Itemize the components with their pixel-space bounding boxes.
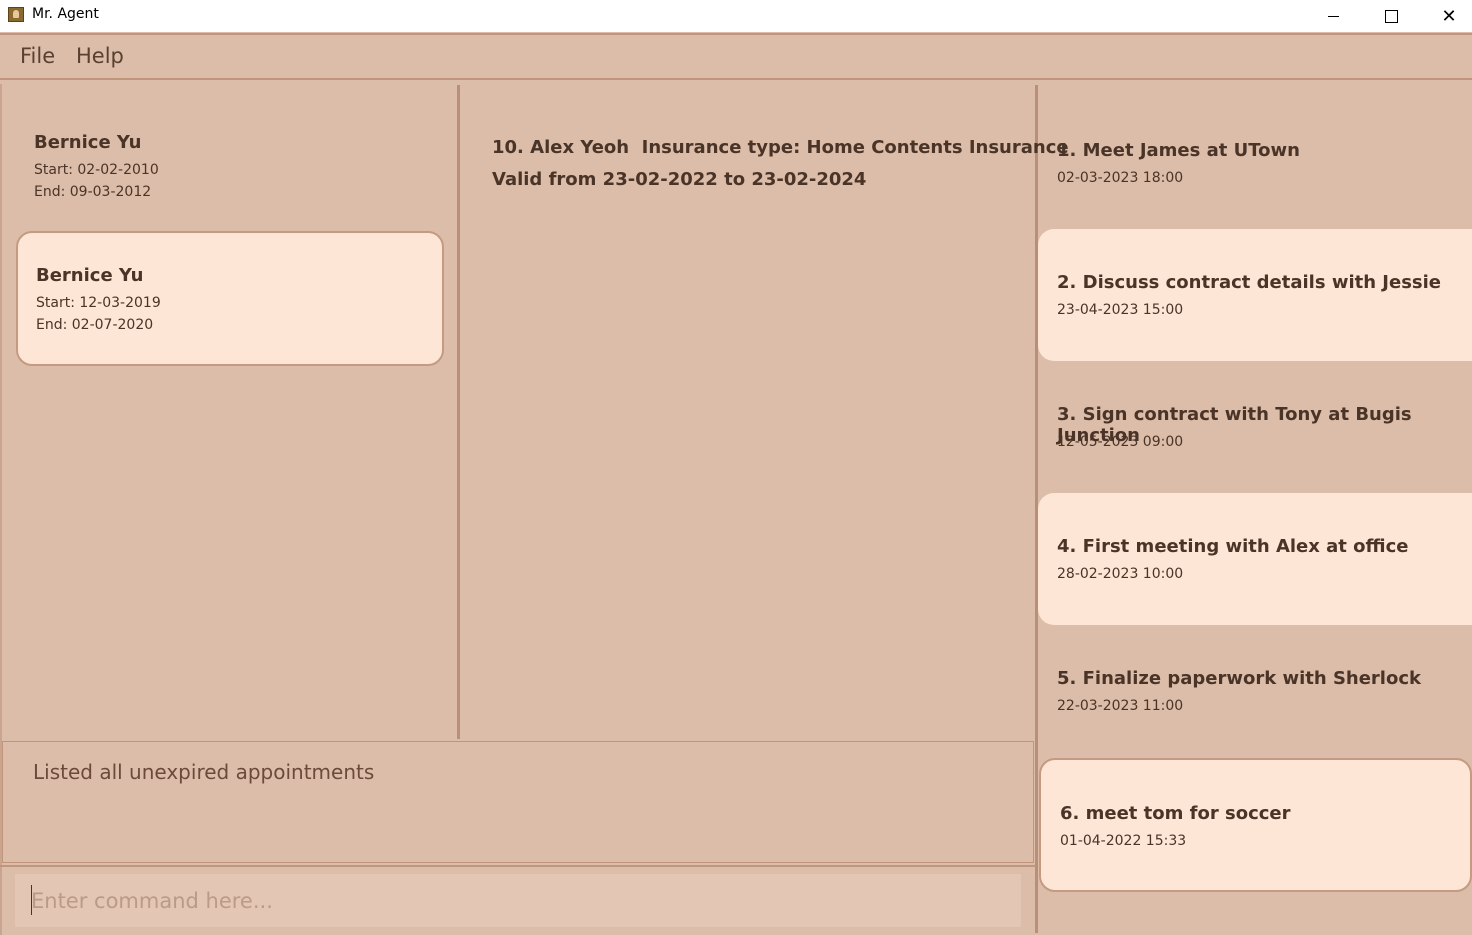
appointment-title: 4. First meeting with Alex at office xyxy=(1057,536,1409,557)
appointment-time: 01-04-2022 15:33 xyxy=(1060,833,1187,849)
policy-start-date: Start: 12-03-2019 xyxy=(36,295,161,311)
appointment-time: 02-03-2023 18:00 xyxy=(1057,170,1184,186)
menu-help[interactable]: Help xyxy=(76,44,124,68)
appointment-title: 1. Meet James at UTown xyxy=(1057,140,1300,161)
client-validity-period: Valid from 23-02-2022 to 23-02-2024 xyxy=(492,169,867,190)
text-cursor xyxy=(31,885,32,915)
appointment-title: 2. Discuss contract details with Jessie xyxy=(1057,272,1442,293)
client-insurance-info: 10. Alex Yeoh Insurance type: Home Conte… xyxy=(492,137,1069,158)
client-detail: 10. Alex Yeoh Insurance type: Home Conte… xyxy=(492,132,1069,196)
maximize-icon[interactable] xyxy=(1368,0,1414,32)
policy-card-selected[interactable]: Bernice Yu Start: 12-03-2019 End: 02-07-… xyxy=(16,231,444,366)
appointment-item[interactable]: 3. Sign contract with Tony at Bugis Junc… xyxy=(1038,361,1472,493)
panel-top-gap xyxy=(0,80,1472,84)
appointment-time: 28-02-2023 10:00 xyxy=(1057,566,1184,582)
appointment-title: 5. Finalize paperwork with Sherlock xyxy=(1057,668,1421,689)
appointment-time: 23-04-2023 15:00 xyxy=(1057,302,1184,318)
appointment-time: 22-03-2023 11:00 xyxy=(1057,698,1184,714)
result-display: Listed all unexpired appointments xyxy=(2,741,1034,863)
appointment-item[interactable]: 1. Meet James at UTown 02-03-2023 18:00 xyxy=(1038,96,1472,228)
policy-holder-name: Bernice Yu xyxy=(34,132,142,153)
appointment-item[interactable]: 2. Discuss contract details with Jessie … xyxy=(1038,229,1472,361)
menu-file[interactable]: File xyxy=(20,44,55,68)
appointment-item[interactable]: 4. First meeting with Alex at office 28-… xyxy=(1038,493,1472,625)
policy-end-date: End: 09-03-2012 xyxy=(34,184,152,200)
command-box xyxy=(0,865,1036,935)
window-title: Mr. Agent xyxy=(32,6,99,22)
app-icon xyxy=(8,7,24,22)
policy-holder-name: Bernice Yu xyxy=(36,265,144,286)
appointment-item-selected[interactable]: 6. meet tom for soccer 01-04-2022 15:33 xyxy=(1039,758,1472,892)
policy-card[interactable]: Bernice Yu Start: 02-02-2010 End: 09-03-… xyxy=(16,118,444,218)
close-icon[interactable]: ✕ xyxy=(1426,0,1472,32)
appointment-item[interactable]: 5. Finalize paperwork with Sherlock 22-0… xyxy=(1038,625,1472,757)
command-input[interactable] xyxy=(15,874,1021,927)
title-bar: Mr. Agent ✕ xyxy=(0,0,1472,32)
appointment-title: 6. meet tom for soccer xyxy=(1060,803,1291,824)
appointment-time: 12-05-2023 09:00 xyxy=(1057,434,1184,450)
panel-divider-left xyxy=(457,85,460,739)
minimize-icon[interactable] xyxy=(1310,0,1356,32)
menu-bar: File Help xyxy=(0,33,1472,80)
policy-end-date: End: 02-07-2020 xyxy=(36,317,154,333)
policy-start-date: Start: 02-02-2010 xyxy=(34,162,159,178)
result-message: Listed all unexpired appointments xyxy=(33,760,375,784)
